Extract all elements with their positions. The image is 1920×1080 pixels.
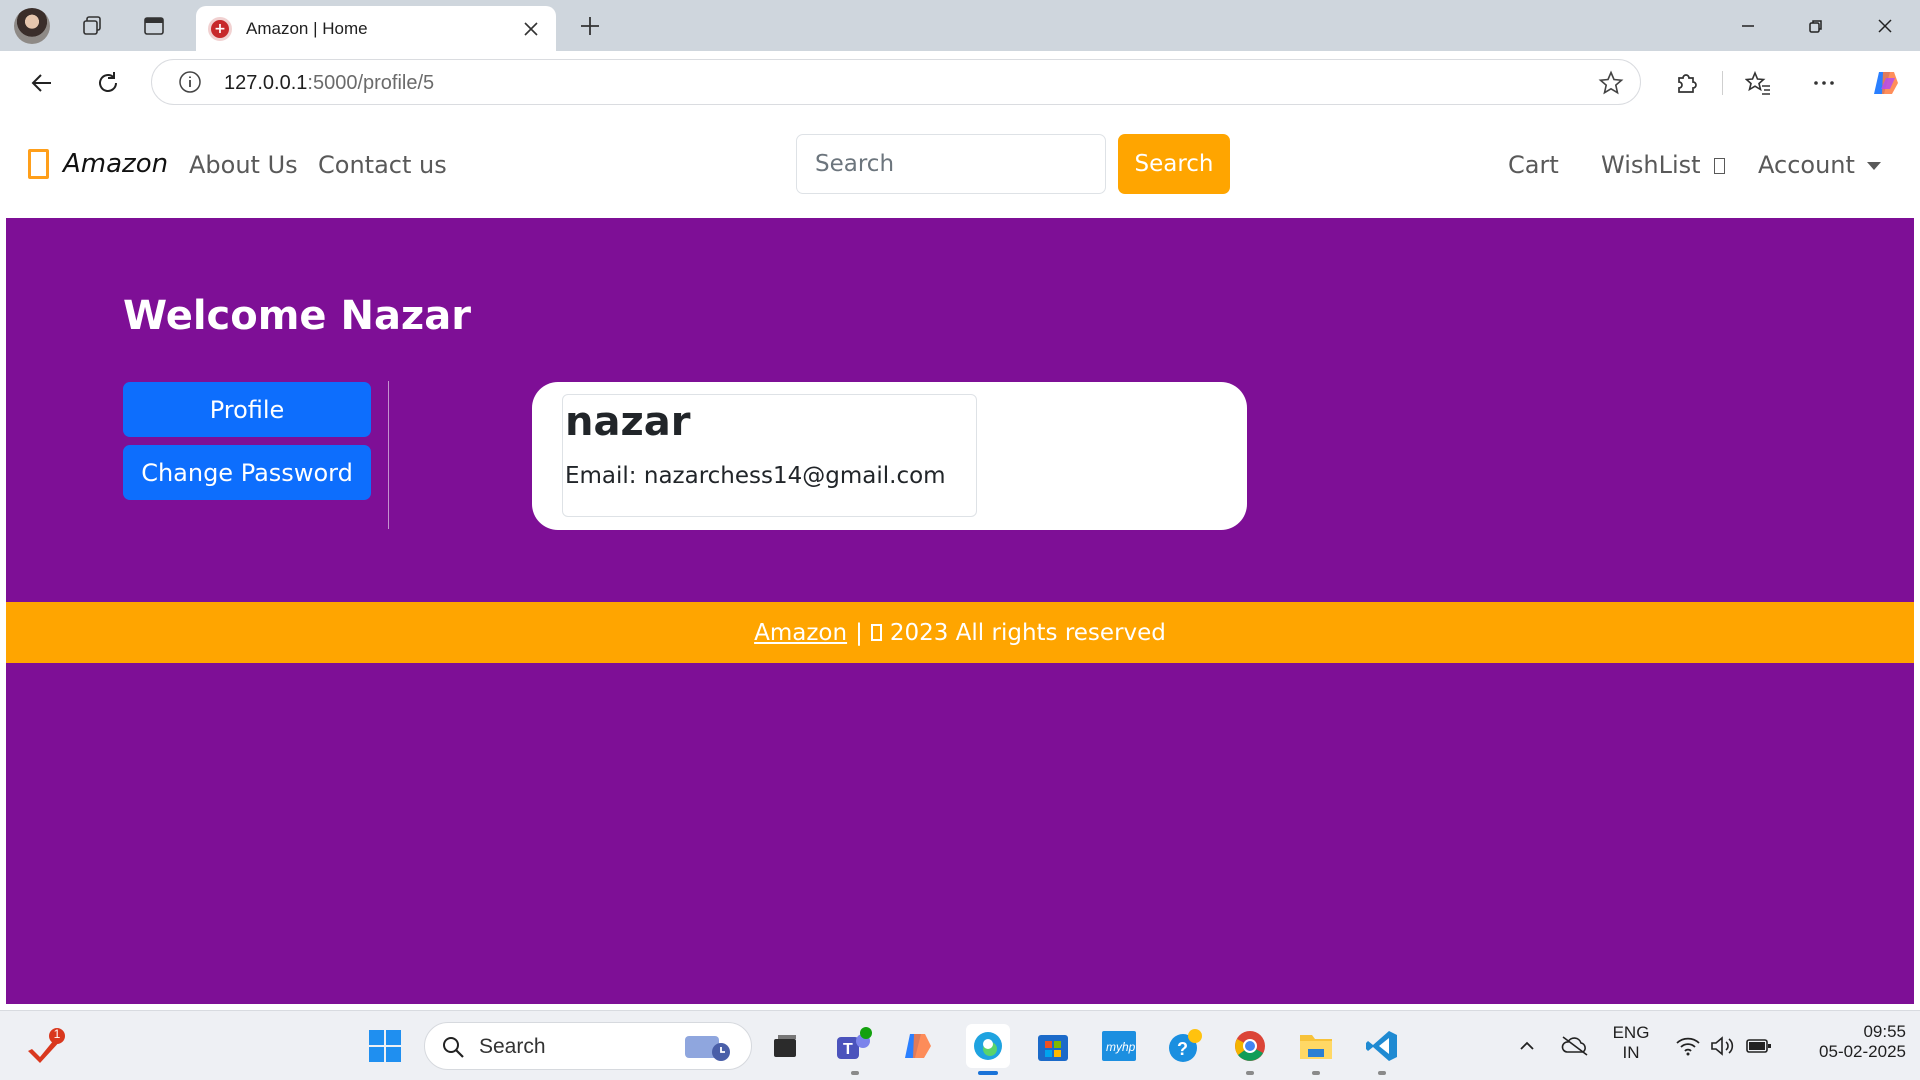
welcome-heading: Welcome Nazar (123, 293, 471, 339)
profile-button[interactable]: Profile (123, 382, 371, 437)
wishlist-label: WishList (1601, 151, 1701, 179)
svg-text:T: T (843, 1041, 853, 1058)
refresh-icon[interactable] (88, 63, 128, 103)
nav-contact-us[interactable]: Contact us (318, 151, 447, 179)
region-code: IN (1622, 1043, 1640, 1062)
back-icon[interactable] (22, 63, 62, 103)
myhp-icon[interactable]: myhp (1100, 1027, 1138, 1065)
toolbar-separator (1722, 71, 1723, 95)
notification-app-icon[interactable]: 1 (28, 1027, 66, 1065)
profile-name: nazar (565, 399, 691, 445)
site-info-icon[interactable] (178, 70, 202, 98)
wifi-icon[interactable] (1669, 1027, 1707, 1065)
tab-title: Amazon | Home (246, 18, 368, 38)
url-host: 127.0.0.1 (224, 72, 308, 94)
file-explorer-icon[interactable] (1297, 1027, 1335, 1065)
chevron-up-icon[interactable] (1508, 1027, 1546, 1065)
copyright-icon (870, 624, 882, 641)
site-favicon-icon: + (208, 16, 232, 41)
account-label: Account (1758, 151, 1855, 179)
vertical-divider (388, 381, 389, 529)
edge-icon[interactable] (966, 1024, 1010, 1068)
change-password-button[interactable]: Change Password (123, 445, 371, 500)
chrome-icon[interactable] (1231, 1027, 1269, 1065)
brand-name: Amazon (63, 149, 169, 179)
nav-cart[interactable]: Cart (1508, 151, 1559, 179)
favorites-icon[interactable] (1738, 63, 1778, 103)
volume-icon[interactable] (1704, 1027, 1742, 1065)
onedrive-icon[interactable] (1556, 1027, 1594, 1065)
chrome-running-indicator (1246, 1071, 1254, 1075)
chevron-down-icon (1866, 162, 1881, 170)
site-footer: Amazon | 2023 All rights reserved (6, 602, 1914, 663)
profile-card: nazar Email: nazarchess14@gmail.com (532, 382, 1247, 530)
site-navbar: Amazon About Us Contact us Search Cart W… (6, 111, 1914, 218)
site-search-button[interactable]: Search (1118, 134, 1230, 194)
active-tab[interactable]: + Amazon | Home (196, 6, 556, 51)
brand-link[interactable]: Amazon (28, 149, 168, 179)
clock-date: 05-02-2025 (1819, 1042, 1906, 1061)
taskbar-search[interactable]: Search (424, 1022, 752, 1070)
profile-avatar[interactable] (14, 8, 50, 44)
language-indicator[interactable]: ENG IN (1612, 1023, 1650, 1063)
store-icon[interactable] (1034, 1027, 1072, 1065)
brand-logo-icon (28, 149, 49, 179)
teams-icon[interactable]: T (834, 1027, 872, 1065)
url-path: :5000/profile/5 (307, 72, 435, 94)
footer-text: 2023 All rights reserved (889, 619, 1166, 646)
notification-badge: 1 (53, 1027, 61, 1041)
close-window-icon[interactable] (1862, 8, 1908, 44)
windows-taskbar: 1 Search T myhp ? ENG IN 09:55 05-02-202… (0, 1010, 1920, 1080)
wishlist-icon (1714, 158, 1726, 174)
clock-time: 09:55 (1863, 1022, 1906, 1041)
svg-text:myhp: myhp (1106, 1040, 1136, 1054)
language-code: ENG (1612, 1023, 1650, 1042)
start-icon[interactable] (366, 1027, 404, 1065)
profile-details: nazar Email: nazarchess14@gmail.com (562, 394, 977, 517)
profile-email: Email: nazarchess14@gmail.com (565, 463, 946, 489)
vscode-running-indicator (1378, 1071, 1386, 1075)
footer-separator: | (855, 619, 863, 646)
minimize-icon[interactable] (1725, 8, 1771, 44)
nav-about-us[interactable]: About Us (189, 151, 298, 179)
edge-active-indicator (978, 1071, 998, 1075)
search-icon (443, 1037, 464, 1058)
browser-toolbar: 127.0.0.1:5000/profile/5 (0, 51, 1920, 111)
nav-account-dropdown[interactable]: Account (1758, 151, 1881, 179)
browser-tab-bar: + Amazon | Home (0, 0, 1920, 51)
explorer-running-indicator (1312, 1071, 1320, 1075)
tab-actions-icon[interactable] (136, 8, 172, 44)
extensions-icon[interactable] (1666, 63, 1706, 103)
footer-brand-link[interactable]: Amazon (754, 620, 847, 646)
site-search-input[interactable] (796, 134, 1106, 194)
tab-close-icon[interactable] (516, 14, 546, 44)
copilot-taskbar-icon[interactable] (899, 1027, 937, 1065)
svg-text:?: ? (1177, 1039, 1188, 1059)
search-highlight-icon (685, 1036, 730, 1061)
nav-wishlist[interactable]: WishList (1601, 151, 1726, 179)
page-viewport: Amazon About Us Contact us Search Cart W… (6, 111, 1914, 1004)
new-tab-icon[interactable] (572, 8, 608, 44)
copilot-icon[interactable] (1866, 63, 1906, 103)
teams-running-indicator (851, 1071, 859, 1075)
restore-icon[interactable] (1793, 8, 1839, 44)
help-icon[interactable]: ? (1166, 1027, 1204, 1065)
address-bar[interactable]: 127.0.0.1:5000/profile/5 (151, 59, 1641, 105)
favorite-star-icon[interactable] (1598, 70, 1624, 100)
battery-icon[interactable] (1740, 1027, 1778, 1065)
clock[interactable]: 09:55 05-02-2025 (1786, 1022, 1906, 1062)
taskbar-search-label: Search (479, 1035, 546, 1058)
more-menu-icon[interactable] (1804, 63, 1844, 103)
workspaces-icon[interactable] (74, 8, 110, 44)
task-view-icon[interactable] (766, 1027, 804, 1065)
vscode-icon[interactable] (1363, 1027, 1401, 1065)
url-text[interactable]: 127.0.0.1:5000/profile/5 (224, 72, 434, 95)
